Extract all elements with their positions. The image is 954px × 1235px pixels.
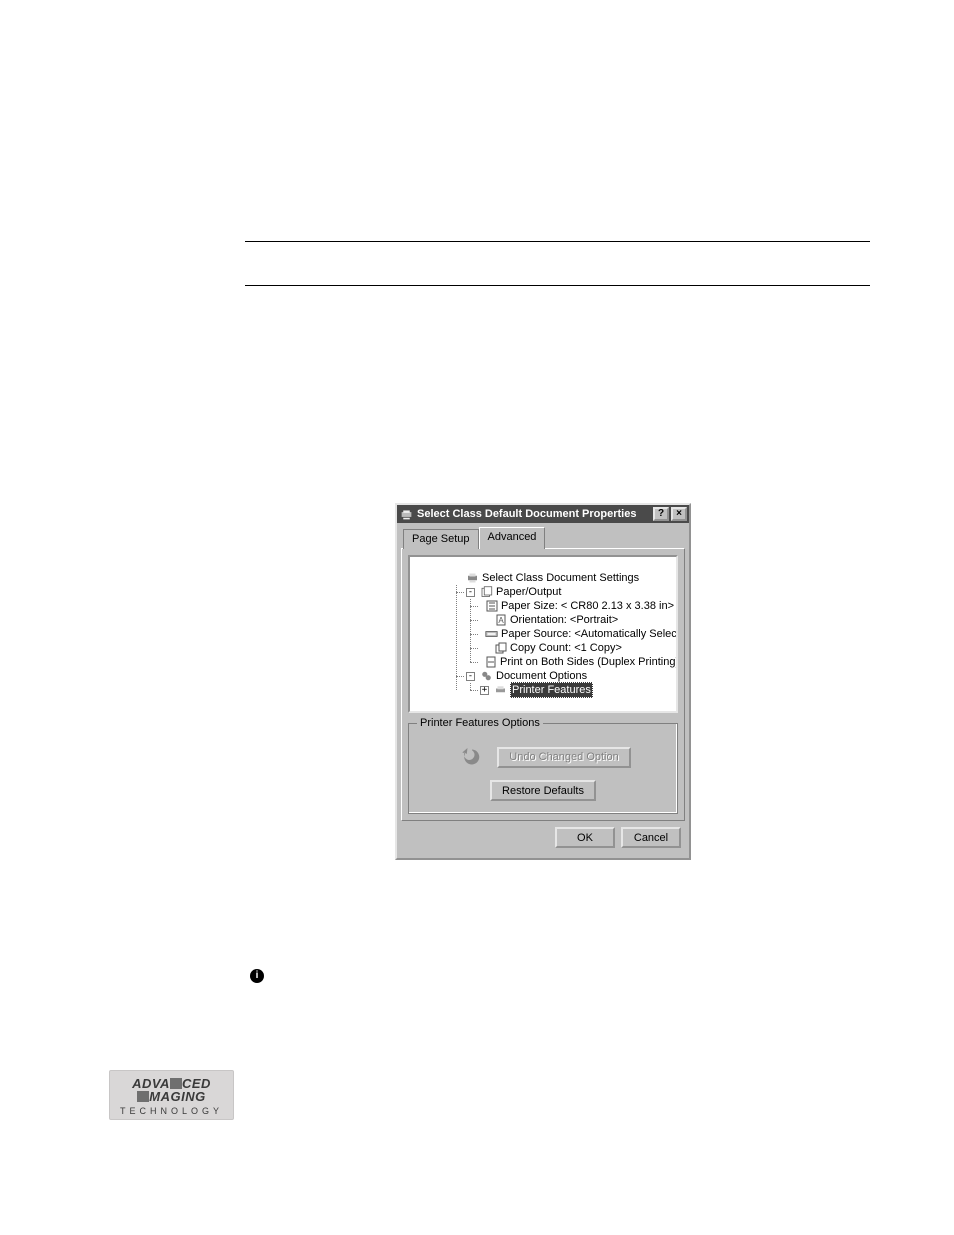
expander-document-options[interactable]: - bbox=[466, 672, 475, 681]
printer-features-options-group: Printer Features Options Undo Changed Op… bbox=[408, 723, 678, 814]
ok-button[interactable]: OK bbox=[555, 827, 615, 848]
copy-count-icon bbox=[494, 642, 507, 654]
badge-line2: MAGING bbox=[117, 1090, 226, 1103]
group-title: Printer Features Options bbox=[417, 717, 543, 729]
undo-changed-option-button[interactable]: Undo Changed Option bbox=[497, 747, 630, 768]
help-button[interactable]: ? bbox=[653, 507, 669, 521]
advanced-imaging-badge: ADVACED MAGING TECHNOLOGY bbox=[109, 1070, 234, 1120]
orientation-icon: A bbox=[494, 614, 507, 626]
tree-root-label: Select Class Document Settings bbox=[482, 571, 639, 585]
paper-output-icon bbox=[480, 586, 493, 598]
tab-advanced[interactable]: Advanced bbox=[479, 527, 546, 549]
svg-text:A: A bbox=[498, 616, 504, 625]
app-icon bbox=[399, 507, 413, 521]
paper-source-label[interactable]: Paper Source: <Automatically Select> bbox=[501, 627, 678, 641]
titlebar[interactable]: Select Class Default Document Properties… bbox=[397, 505, 689, 523]
document-options-icon bbox=[480, 670, 493, 682]
duplex-icon bbox=[485, 656, 497, 668]
cancel-button[interactable]: Cancel bbox=[621, 827, 681, 848]
printer-icon bbox=[466, 572, 479, 584]
restore-defaults-button[interactable]: Restore Defaults bbox=[490, 780, 596, 801]
tab-page-advanced: Select Class Document Settings - bbox=[401, 548, 685, 821]
separator-top bbox=[245, 241, 870, 242]
paper-size-label[interactable]: Paper Size: < CR80 2.13 x 3.38 in> bbox=[501, 599, 674, 613]
paper-source-icon bbox=[485, 628, 498, 640]
dialog-title: Select Class Default Document Properties bbox=[417, 508, 653, 520]
copy-count-label[interactable]: Copy Count: <1 Copy> bbox=[510, 641, 622, 655]
close-button[interactable]: × bbox=[671, 507, 687, 521]
paper-size-icon bbox=[486, 600, 498, 612]
paper-output-label[interactable]: Paper/Output bbox=[496, 585, 561, 599]
document-properties-dialog: Select Class Default Document Properties… bbox=[395, 503, 691, 860]
info-icon: i bbox=[250, 969, 264, 983]
undo-icon bbox=[455, 744, 483, 770]
dialog-button-row: OK Cancel bbox=[401, 821, 685, 852]
printer-features-icon bbox=[494, 684, 507, 696]
settings-tree[interactable]: Select Class Document Settings - bbox=[408, 555, 678, 713]
printer-features-label[interactable]: Printer Features bbox=[510, 682, 593, 698]
tabstrip: Page Setup Advanced bbox=[403, 527, 685, 549]
badge-line3: TECHNOLOGY bbox=[117, 1106, 226, 1116]
document-options-label[interactable]: Document Options bbox=[496, 669, 587, 683]
expander-printer-features[interactable]: + bbox=[480, 686, 489, 695]
orientation-label[interactable]: Orientation: <Portrait> bbox=[510, 613, 618, 627]
expander-paper-output[interactable]: - bbox=[466, 588, 475, 597]
duplex-label[interactable]: Print on Both Sides (Duplex Printing): <… bbox=[500, 655, 678, 669]
tab-page-setup[interactable]: Page Setup bbox=[403, 529, 479, 549]
separator-bottom bbox=[245, 285, 870, 286]
